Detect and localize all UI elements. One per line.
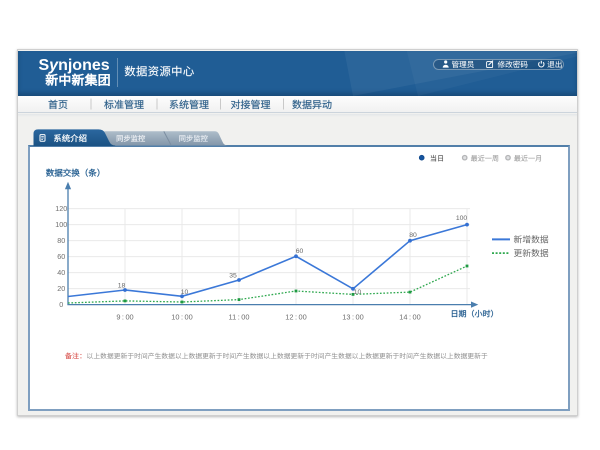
svg-text:10: 10 <box>181 289 189 296</box>
svg-text:80: 80 <box>409 232 417 239</box>
svg-text:10: 10 <box>354 289 362 296</box>
svg-text:9 : 00: 9 : 00 <box>116 313 133 322</box>
svg-text:40: 40 <box>57 268 65 277</box>
svg-text:Synjones: Synjones <box>39 57 110 74</box>
svg-text:35: 35 <box>229 273 237 280</box>
svg-text:60: 60 <box>296 248 304 255</box>
svg-text:100: 100 <box>55 220 67 229</box>
svg-text:14 : 00: 14 : 00 <box>399 313 420 322</box>
svg-text:60: 60 <box>57 252 65 261</box>
svg-text:120: 120 <box>55 204 67 213</box>
svg-text:12 : 00: 12 : 00 <box>285 313 306 322</box>
svg-text:0: 0 <box>59 300 63 309</box>
svg-text:11 : 00: 11 : 00 <box>229 313 250 322</box>
svg-text:100: 100 <box>456 215 468 222</box>
svg-text:18: 18 <box>118 282 126 289</box>
svg-text:10 : 00: 10 : 00 <box>171 313 192 322</box>
svg-text:20: 20 <box>57 284 65 293</box>
svg-text:13 : 00: 13 : 00 <box>342 313 363 322</box>
svg-text:80: 80 <box>57 236 65 245</box>
